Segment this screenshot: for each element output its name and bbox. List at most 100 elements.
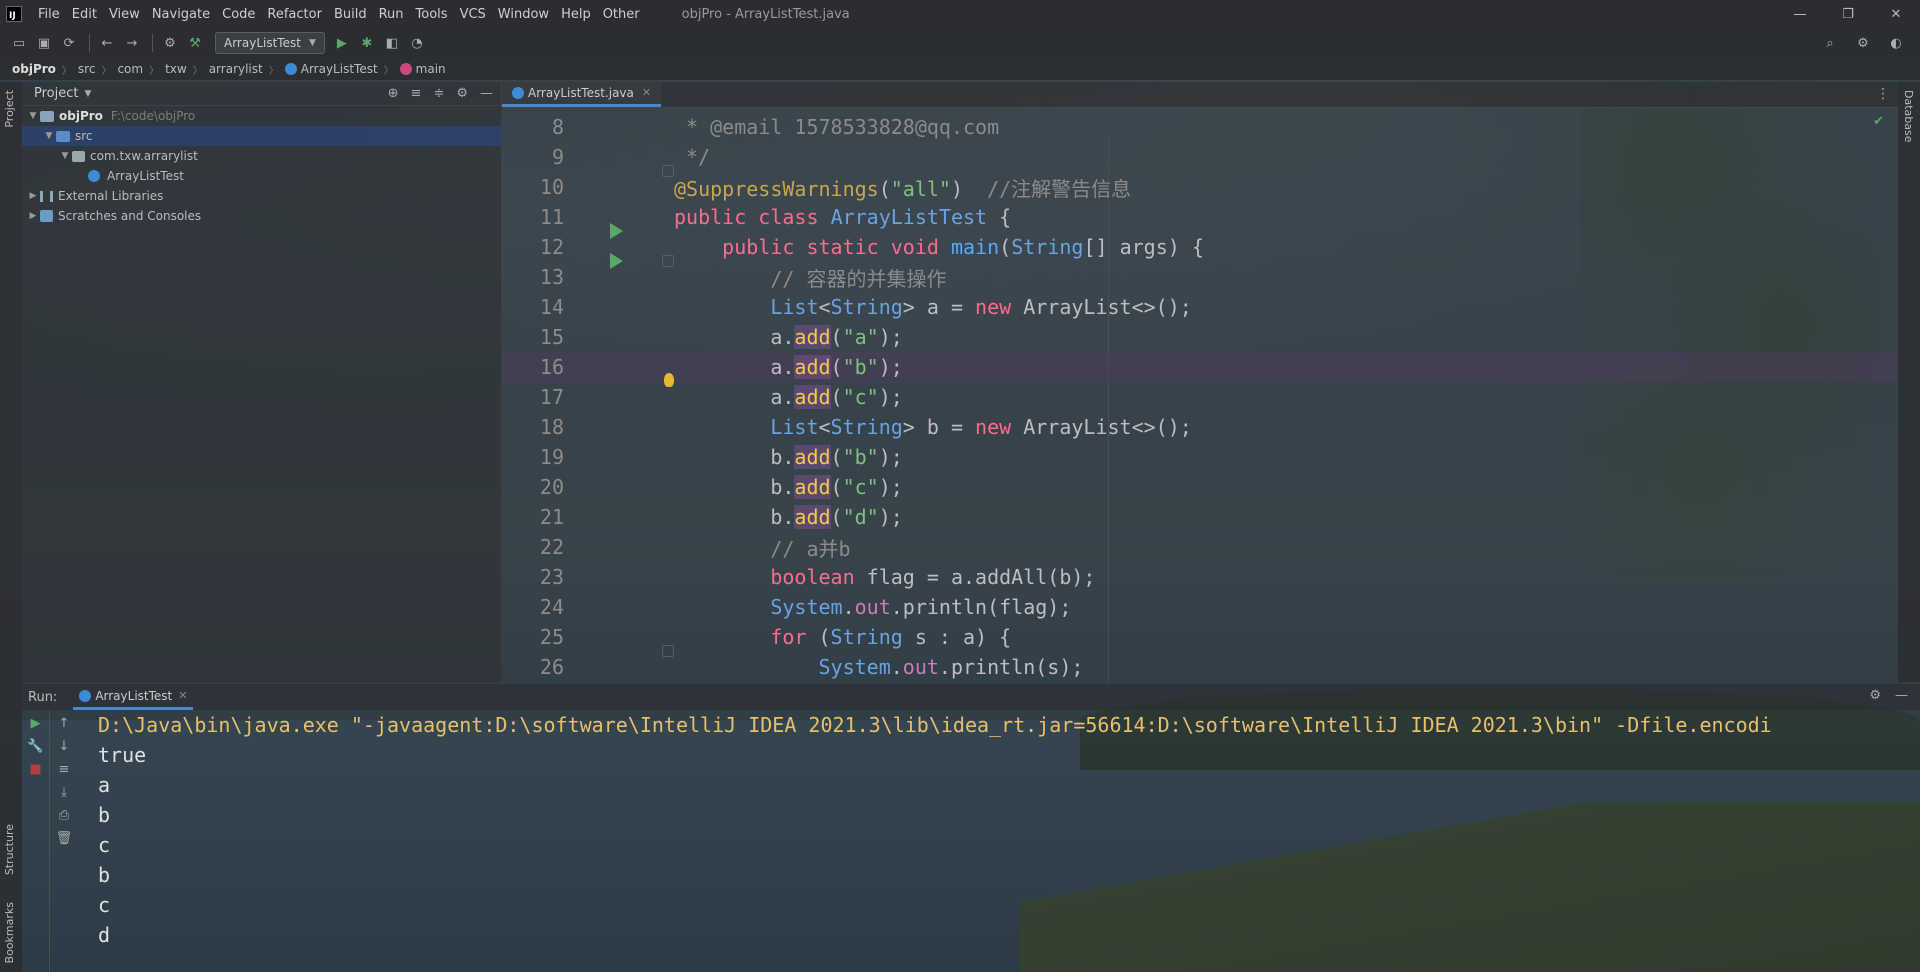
code-line[interactable]: 8 * @email 1578533828@qq.com xyxy=(502,112,1898,142)
chevron-down-icon[interactable]: ▼ xyxy=(26,111,40,121)
tree-item-arraylisttest[interactable]: ArrayListTest xyxy=(22,166,501,186)
breadcrumb-package[interactable]: arrarylist xyxy=(209,62,263,76)
tree-item-package[interactable]: ▼ com.txw.arrarylist xyxy=(22,146,501,166)
menu-run[interactable]: Run xyxy=(373,7,410,22)
run-tab-arraylisttest[interactable]: ArrayListTest ✕ xyxy=(73,684,194,710)
close-icon[interactable]: ✕ xyxy=(178,689,187,702)
code-line[interactable]: 19 b.add("b"); xyxy=(502,442,1898,472)
hide-icon[interactable]: — xyxy=(1895,688,1908,703)
code-line[interactable]: 21 b.add("d"); xyxy=(502,502,1898,532)
save-icon[interactable]: ▣ xyxy=(33,32,55,54)
menu-view[interactable]: View xyxy=(103,7,146,22)
chevron-down-icon[interactable]: ▼ xyxy=(84,89,91,99)
soft-wrap-icon[interactable]: ≡ xyxy=(59,762,70,777)
menu-refactor[interactable]: Refactor xyxy=(261,7,328,22)
profile-icon[interactable]: ◔ xyxy=(406,32,428,54)
run-icon[interactable]: ▶ xyxy=(331,32,353,54)
search-icon[interactable]: ⌕ xyxy=(1819,32,1841,54)
code-line[interactable]: 22 // a并b xyxy=(502,532,1898,562)
code-line[interactable]: 14 List<String> a = new ArrayList<>(); xyxy=(502,292,1898,322)
code-line[interactable]: 18 List<String> b = new ArrayList<>(); xyxy=(502,412,1898,442)
menu-build[interactable]: Build xyxy=(328,7,373,22)
forward-icon[interactable]: → xyxy=(121,32,143,54)
close-window-button[interactable]: ✕ xyxy=(1872,0,1920,28)
code-line[interactable]: 16 a.add("b"); xyxy=(502,352,1898,387)
debug-icon[interactable]: ✱ xyxy=(356,32,378,54)
stop-icon[interactable]: ■ xyxy=(29,762,41,777)
close-icon[interactable]: ✕ xyxy=(642,86,651,99)
tool-tab-structure[interactable]: Structure xyxy=(3,824,16,875)
chevron-down-icon[interactable]: ▼ xyxy=(42,131,56,141)
tree-item-src[interactable]: ▼ src xyxy=(22,126,501,146)
breadcrumb-src[interactable]: src xyxy=(78,62,96,76)
gear-icon[interactable]: ⚙ xyxy=(1869,688,1881,703)
tool-tab-database[interactable]: Database xyxy=(1902,90,1915,143)
chevron-down-icon[interactable]: ▼ xyxy=(58,151,72,161)
console-output[interactable]: D:\Java\bin\java.exe "-javaagent:D:\soft… xyxy=(98,710,1918,972)
code-line[interactable]: 25 for (String s : a) { xyxy=(502,622,1898,657)
editor-tab-arraylisttest[interactable]: ArrayListTest.java ✕ xyxy=(502,81,662,107)
code-line[interactable]: 17 a.add("c"); xyxy=(502,382,1898,412)
hammer-icon[interactable]: ⚒ xyxy=(184,32,206,54)
collapse-all-icon[interactable]: ≑ xyxy=(433,86,444,101)
scroll-to-end-icon[interactable]: ⤓ xyxy=(61,785,67,800)
trash-icon[interactable]: 🗑 xyxy=(56,831,73,846)
menu-window[interactable]: Window xyxy=(492,7,555,22)
code-line[interactable]: 26 System.out.println(s); xyxy=(502,652,1898,682)
intellij-logo-icon[interactable]: IJ xyxy=(6,6,22,22)
code-line[interactable]: 10 @SuppressWarnings("all") //注解警告信息 xyxy=(502,172,1898,202)
run-config-select[interactable]: ArrayListTest ▼ xyxy=(215,32,325,54)
tool-tab-project[interactable]: Project xyxy=(3,90,16,128)
breadcrumb-method[interactable]: main xyxy=(399,62,446,76)
rerun-icon[interactable]: ▶ xyxy=(31,716,41,731)
menu-vcs[interactable]: VCS xyxy=(454,7,492,22)
open-icon[interactable]: ▭ xyxy=(8,32,30,54)
restore-button[interactable]: ❐ xyxy=(1824,0,1872,28)
console-line: true xyxy=(98,743,147,767)
build-icon[interactable]: ⚙ xyxy=(159,32,181,54)
chevron-right-icon[interactable]: ▶ xyxy=(26,211,40,221)
menu-help[interactable]: Help xyxy=(555,7,597,22)
code-line[interactable]: 11 public class ArrayListTest { xyxy=(502,202,1898,239)
wrench-icon[interactable]: 🔧 xyxy=(27,739,43,754)
back-icon[interactable]: ← xyxy=(96,32,118,54)
expand-all-icon[interactable]: ≡ xyxy=(411,86,422,101)
settings-icon[interactable]: ⚙ xyxy=(1852,32,1874,54)
menu-tools[interactable]: Tools xyxy=(410,7,454,22)
code-line[interactable]: 12 public static void main(String[] args… xyxy=(502,232,1898,269)
project-panel-title[interactable]: Project xyxy=(34,86,78,101)
menu-other[interactable]: Other xyxy=(597,7,646,22)
tree-item-external-libraries[interactable]: ▶ External Libraries xyxy=(22,186,501,206)
breadcrumb-txw[interactable]: txw xyxy=(165,62,187,76)
locate-icon[interactable]: ⊕ xyxy=(388,86,399,101)
code-line[interactable]: 9 */ xyxy=(502,142,1898,177)
tree-item-scratches[interactable]: ▶ Scratches and Consoles xyxy=(22,206,501,226)
hide-icon[interactable]: — xyxy=(480,86,493,101)
menu-edit[interactable]: Edit xyxy=(66,7,103,22)
print-icon[interactable]: ⎙ xyxy=(59,808,69,823)
menu-navigate[interactable]: Navigate xyxy=(146,7,216,22)
breadcrumb-project[interactable]: objPro xyxy=(12,62,56,76)
code-line[interactable]: 20 b.add("c"); xyxy=(502,472,1898,502)
breadcrumb-class[interactable]: ArrayListTest xyxy=(284,62,378,76)
menu-code[interactable]: Code xyxy=(216,7,261,22)
coverage-icon[interactable]: ◧ xyxy=(381,32,403,54)
inspection-ok-icon[interactable]: ✔ xyxy=(1873,114,1884,129)
menu-file[interactable]: File xyxy=(32,7,66,22)
jetbrains-toolbox-icon[interactable]: ◐ xyxy=(1885,32,1907,54)
down-arrow-icon[interactable]: ↓ xyxy=(59,739,70,754)
code-line[interactable]: 24 System.out.println(flag); xyxy=(502,592,1898,622)
sync-icon[interactable]: ⟳ xyxy=(58,32,80,54)
up-arrow-icon[interactable]: ↑ xyxy=(59,716,70,731)
code-line[interactable]: 15 a.add("a"); xyxy=(502,322,1898,352)
gear-icon[interactable]: ⚙ xyxy=(456,86,468,101)
more-options-icon[interactable]: ⋮ xyxy=(1876,86,1890,102)
breadcrumb-com[interactable]: com xyxy=(117,62,143,76)
tool-tab-bookmarks[interactable]: Bookmarks xyxy=(3,902,16,963)
code-line[interactable]: 23 boolean flag = a.addAll(b); xyxy=(502,562,1898,592)
tree-item-objpro[interactable]: ▼ objPro F:\code\objPro xyxy=(22,106,501,126)
code-area[interactable]: 8 * @email 1578533828@qq.com 9 */10 @Suppr… xyxy=(502,108,1898,682)
chevron-right-icon[interactable]: ▶ xyxy=(26,191,40,201)
code-line[interactable]: 13 // 容器的并集操作 xyxy=(502,262,1898,292)
minimize-button[interactable]: — xyxy=(1776,0,1824,28)
